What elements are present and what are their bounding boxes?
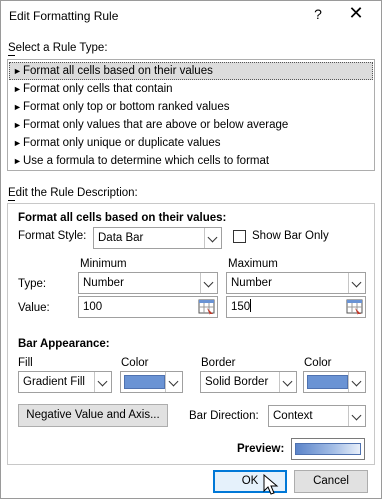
edit-rule-description-label: Edit the Rule Description: <box>8 187 138 199</box>
rule-type-item[interactable]: ►Format only cells that contain <box>9 80 373 98</box>
maximum-type-value: Number <box>231 277 272 289</box>
rule-type-item[interactable]: ►Use a formula to determine which cells … <box>9 152 373 170</box>
dropdown-button[interactable] <box>348 372 365 392</box>
show-bar-only-label: Show Bar Only <box>252 230 329 242</box>
fill-color-swatch <box>124 375 165 389</box>
arrow-right-icon: ► <box>13 66 22 76</box>
show-bar-only-checkbox[interactable] <box>233 230 246 243</box>
format-style-label: Format Style: <box>18 230 87 242</box>
dropdown-button[interactable] <box>204 228 221 248</box>
fill-type-value: Gradient Fill <box>23 376 85 388</box>
fill-type-dropdown[interactable]: Gradient Fill <box>18 371 112 393</box>
minimum-value-text: 100 <box>83 301 103 313</box>
data-bar-preview <box>291 438 365 460</box>
dropdown-button[interactable] <box>348 273 365 293</box>
rule-type-item[interactable]: ►Format only unique or duplicate values <box>9 134 373 152</box>
border-label: Border <box>201 357 236 369</box>
minimum-type-value: Number <box>83 277 124 289</box>
dropdown-button[interactable] <box>279 372 296 392</box>
rule-type-item[interactable]: ►Format only values that are above or be… <box>9 116 373 134</box>
mouse-pointer-icon <box>263 474 279 495</box>
minimum-label: Minimum <box>80 258 127 270</box>
help-button[interactable]: ? <box>309 6 327 22</box>
dropdown-button[interactable] <box>94 372 111 392</box>
border-color-swatch <box>307 375 348 389</box>
format-style-dropdown[interactable]: Data Bar <box>93 227 222 249</box>
fill-color-picker[interactable] <box>120 371 183 393</box>
bar-appearance-heading: Bar Appearance: <box>18 338 110 350</box>
rule-type-item[interactable]: ►Format all cells based on their values <box>9 62 373 80</box>
fill-color-label: Color <box>121 357 149 369</box>
border-color-picker[interactable] <box>303 371 366 393</box>
chevron-down-icon <box>351 376 362 387</box>
chevron-down-icon <box>351 410 362 421</box>
range-select-icon[interactable] <box>198 298 216 316</box>
chevron-down-icon <box>168 376 179 387</box>
fill-label: Fill <box>18 357 33 369</box>
minimum-value-input[interactable]: 100 <box>78 296 218 318</box>
rule-type-list[interactable]: ►Format all cells based on their values … <box>7 59 375 171</box>
chevron-down-icon <box>351 277 362 288</box>
edit-formatting-rule-dialog: Edit Formatting Rule ? ✕ Select a Rule T… <box>0 0 382 499</box>
arrow-right-icon: ► <box>13 156 22 166</box>
chevron-down-icon <box>207 232 218 243</box>
dropdown-button[interactable] <box>348 406 365 426</box>
maximum-value-text: 150 <box>231 299 252 313</box>
bar-direction-dropdown[interactable]: Context <box>268 405 366 427</box>
chevron-down-icon <box>203 277 214 288</box>
maximum-label: Maximum <box>228 258 278 270</box>
dropdown-button[interactable] <box>200 273 217 293</box>
chevron-down-icon <box>282 376 293 387</box>
arrow-right-icon: ► <box>13 102 22 112</box>
bar-direction-value: Context <box>273 410 313 422</box>
border-color-label: Color <box>304 357 332 369</box>
title-bar[interactable]: Edit Formatting Rule ? ✕ <box>1 1 381 31</box>
description-heading: Format all cells based on their values: <box>18 212 227 224</box>
type-label: Type: <box>18 278 47 290</box>
rule-type-item[interactable]: ►Format only top or bottom ranked values <box>9 98 373 116</box>
dropdown-button[interactable] <box>165 372 182 392</box>
border-type-value: Solid Border <box>205 376 269 388</box>
bar-direction-label: Bar Direction: <box>189 410 259 422</box>
value-label: Value: <box>18 302 50 314</box>
maximum-type-dropdown[interactable]: Number <box>226 272 366 294</box>
arrow-right-icon: ► <box>13 138 22 148</box>
range-select-icon[interactable] <box>346 298 364 316</box>
mnemonic-underline <box>8 200 15 201</box>
window-title: Edit Formatting Rule <box>9 9 119 23</box>
minimum-type-dropdown[interactable]: Number <box>78 272 218 294</box>
preview-label: Preview: <box>237 443 285 455</box>
arrow-right-icon: ► <box>13 120 22 130</box>
chevron-down-icon <box>97 376 108 387</box>
mnemonic-underline <box>8 55 15 56</box>
close-button[interactable]: ✕ <box>346 3 366 24</box>
maximum-value-input[interactable]: 150 <box>226 296 366 318</box>
preview-gradient-bar <box>295 443 361 455</box>
cancel-button[interactable]: Cancel <box>294 470 368 493</box>
border-type-dropdown[interactable]: Solid Border <box>200 371 297 393</box>
text-caret <box>250 299 252 312</box>
format-style-value: Data Bar <box>98 232 144 244</box>
arrow-right-icon: ► <box>13 84 22 94</box>
select-rule-type-label: Select a Rule Type: <box>8 42 108 54</box>
negative-value-and-axis-button[interactable]: Negative Value and Axis... <box>18 404 168 427</box>
